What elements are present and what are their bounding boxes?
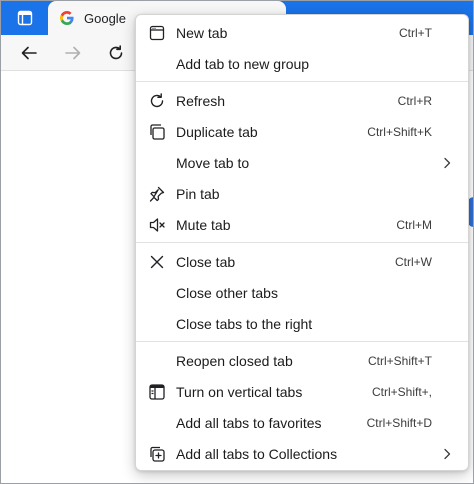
back-arrow-icon	[21, 46, 37, 60]
menu-item-label: Pin tab	[176, 185, 220, 202]
chevron-right-icon	[442, 447, 452, 460]
menu-item-label: New tab	[176, 24, 228, 41]
refresh-icon	[148, 92, 166, 110]
menu-item-add-all-tabs-to-collections[interactable]: Add all tabs to Collections	[136, 438, 468, 469]
google-favicon-icon	[60, 11, 74, 25]
menu-item-move-tab-to[interactable]: Move tab to	[136, 147, 468, 178]
chevron-right-icon	[442, 156, 452, 169]
vertical-tabs-icon	[148, 383, 166, 401]
menu-item-label: Reopen closed tab	[176, 352, 293, 369]
menu-item-shortcut: Ctrl+Shift+K	[367, 124, 432, 139]
new-tab-icon	[148, 24, 166, 42]
menu-separator	[136, 242, 468, 243]
back-button[interactable]	[17, 41, 41, 65]
menu-item-label: Close other tabs	[176, 284, 278, 301]
menu-item-new-tab[interactable]: New tab Ctrl+T	[136, 17, 468, 48]
menu-item-duplicate-tab[interactable]: Duplicate tab Ctrl+Shift+K	[136, 116, 468, 147]
menu-item-label: Close tab	[176, 253, 236, 270]
browser-window: Google New tab Ctrl+T Add tab to new group…	[0, 0, 474, 484]
collections-icon	[148, 445, 166, 463]
menu-item-shortcut: Ctrl+M	[396, 217, 432, 232]
menu-item-label: Mute tab	[176, 216, 231, 233]
menu-item-close-tab[interactable]: Close tab Ctrl+W	[136, 246, 468, 277]
pin-icon	[148, 185, 166, 203]
menu-item-close-other-tabs[interactable]: Close other tabs	[136, 277, 468, 308]
tab-context-menu: New tab Ctrl+T Add tab to new group Refresh…	[135, 14, 469, 471]
mute-icon	[148, 216, 166, 234]
tab-title: Google	[84, 10, 126, 26]
duplicate-icon	[148, 123, 166, 141]
menu-separator	[136, 81, 468, 82]
menu-item-pin-tab[interactable]: Pin tab	[136, 178, 468, 209]
menu-item-label: Duplicate tab	[176, 123, 258, 140]
tab-actions-icon	[17, 10, 32, 26]
menu-item-label: Turn on vertical tabs	[176, 383, 303, 400]
menu-item-label: Add all tabs to Collections	[176, 445, 338, 462]
menu-item-mute-tab[interactable]: Mute tab Ctrl+M	[136, 209, 468, 240]
refresh-button[interactable]	[104, 41, 128, 65]
menu-item-shortcut: Ctrl+R	[397, 93, 432, 108]
forward-arrow-icon	[65, 46, 81, 60]
menu-item-shortcut: Ctrl+Shift+,	[371, 384, 432, 399]
menu-item-add-all-tabs-to-favorites[interactable]: Add all tabs to favorites Ctrl+Shift+D	[136, 407, 468, 438]
tab-actions-button[interactable]	[1, 1, 48, 35]
menu-item-shortcut: Ctrl+Shift+T	[367, 353, 432, 368]
forward-button[interactable]	[61, 41, 85, 65]
menu-item-add-tab-to-new-group[interactable]: Add tab to new group	[136, 48, 468, 79]
menu-item-turn-on-vertical-tabs[interactable]: Turn on vertical tabs Ctrl+Shift+,	[136, 376, 468, 407]
menu-item-shortcut: Ctrl+Shift+D	[366, 415, 432, 430]
refresh-icon	[109, 45, 123, 60]
menu-item-label: Refresh	[176, 92, 226, 109]
menu-item-reopen-closed-tab[interactable]: Reopen closed tab Ctrl+Shift+T	[136, 345, 468, 376]
menu-item-shortcut: Ctrl+T	[399, 25, 432, 40]
menu-item-shortcut: Ctrl+W	[395, 254, 432, 269]
menu-item-label: Close tabs to the right	[176, 315, 313, 332]
menu-item-label: Move tab to	[176, 154, 250, 171]
close-icon	[148, 253, 166, 271]
menu-item-close-tabs-to-the-right[interactable]: Close tabs to the right	[136, 308, 468, 339]
menu-item-label: Add all tabs to favorites	[176, 414, 322, 431]
menu-separator	[136, 341, 468, 342]
menu-item-refresh[interactable]: Refresh Ctrl+R	[136, 85, 468, 116]
menu-item-label: Add tab to new group	[176, 55, 310, 72]
